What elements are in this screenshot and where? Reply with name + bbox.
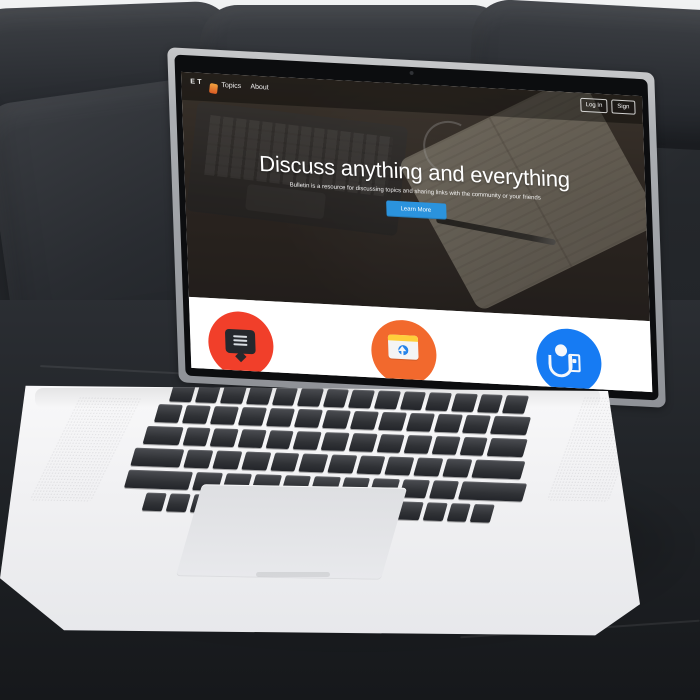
login-button[interactable]: Log In	[580, 97, 608, 114]
keyboard-key[interactable]	[241, 451, 272, 471]
keyboard-key[interactable]	[141, 492, 167, 512]
keyboard-key[interactable]	[209, 406, 240, 425]
hero-section: E T Topics About Log In Sign Discuss any…	[180, 71, 650, 322]
keyboard-key[interactable]	[470, 459, 526, 480]
feature-browser[interactable]	[370, 318, 438, 387]
keyboard-key[interactable]	[237, 429, 267, 449]
keyboard-key[interactable]	[265, 430, 295, 450]
keyboard-key[interactable]	[123, 469, 194, 490]
keyboard-key[interactable]	[209, 428, 239, 448]
keyboard-key[interactable]	[182, 427, 212, 447]
keyboard-key[interactable]	[405, 412, 436, 432]
keyboard-key[interactable]	[269, 452, 300, 472]
device-icon	[568, 353, 581, 373]
nav-link-about[interactable]: About	[250, 84, 269, 92]
keyboard-key[interactable]	[431, 436, 461, 455]
laptop-screen: E T Topics About Log In Sign Discuss any…	[180, 71, 653, 393]
keyboard-key[interactable]	[165, 493, 191, 513]
keyboard-key[interactable]	[459, 436, 489, 456]
keyboard-key[interactable]	[245, 386, 273, 405]
keyboard-key[interactable]	[422, 502, 448, 522]
keyboard-key[interactable]	[403, 435, 433, 454]
keyboard-key[interactable]	[142, 425, 184, 446]
keyboard-key[interactable]	[425, 392, 453, 412]
keyboard-key[interactable]	[384, 456, 415, 476]
keyboard-key[interactable]	[377, 411, 408, 431]
keyboard-key[interactable]	[183, 449, 214, 469]
keyboard-key[interactable]	[428, 480, 460, 500]
brand-accent-shape	[209, 82, 219, 95]
keyboard-key[interactable]	[502, 395, 530, 414]
keyboard-key[interactable]	[348, 389, 376, 409]
laptop-bezel: E T Topics About Log In Sign Discuss any…	[174, 54, 659, 401]
scene: E T Topics About Log In Sign Discuss any…	[0, 0, 700, 700]
keyboard-key[interactable]	[293, 431, 322, 450]
keyboard-key[interactable]	[433, 413, 464, 433]
brand-text: E T	[190, 78, 202, 86]
keyboard-key[interactable]	[487, 437, 528, 458]
upload-arrow-icon	[401, 347, 404, 358]
feature-chat[interactable]	[207, 309, 275, 379]
keyboard-key[interactable]	[237, 407, 268, 426]
feature-person-device[interactable]	[535, 327, 603, 393]
keyboard-key[interactable]	[348, 433, 378, 452]
keyboard-key[interactable]	[349, 410, 380, 430]
keyboard-key[interactable]	[297, 387, 324, 407]
keyboard-key[interactable]	[399, 391, 427, 411]
keyboard-key[interactable]	[469, 504, 495, 523]
keyboard-key[interactable]	[220, 385, 247, 404]
touchpad[interactable]	[175, 484, 408, 580]
keyboard-key[interactable]	[355, 455, 386, 475]
keyboard-key[interactable]	[476, 394, 504, 413]
keyboard-key[interactable]	[320, 432, 350, 451]
keyboard-key[interactable]	[322, 388, 350, 408]
keyboard-key[interactable]	[458, 481, 528, 502]
keyboard-key[interactable]	[321, 409, 352, 429]
signup-button[interactable]: Sign	[611, 99, 636, 115]
nav-link-topics[interactable]: Topics	[221, 82, 241, 90]
keyboard-key[interactable]	[181, 405, 212, 424]
keyboard-key[interactable]	[446, 503, 472, 522]
keyboard-key[interactable]	[442, 458, 473, 478]
keyboard-key[interactable]	[450, 393, 478, 413]
keyboard-key[interactable]	[413, 457, 444, 477]
keyboard-key[interactable]	[298, 453, 329, 473]
keyboard-key[interactable]	[327, 454, 358, 474]
keyboard-key[interactable]	[374, 390, 401, 410]
learn-more-button[interactable]: Learn More	[385, 200, 447, 220]
keyboard-key[interactable]	[153, 404, 184, 423]
keyboard-key[interactable]	[212, 450, 243, 470]
keyboard-key[interactable]	[271, 386, 299, 406]
keyboard-key[interactable]	[130, 447, 185, 468]
keyboard-key[interactable]	[293, 408, 324, 428]
keyboard-key[interactable]	[461, 414, 492, 434]
front-notch	[256, 572, 330, 577]
camera-dot	[409, 70, 414, 76]
keyboard-key[interactable]	[265, 407, 296, 427]
keyboard-key[interactable]	[376, 434, 406, 453]
laptop-base	[0, 385, 640, 636]
top-actions: Log In Sign	[580, 97, 636, 115]
brand-logo[interactable]: E T	[190, 78, 219, 95]
laptop-lid: E T Topics About Log In Sign Discuss any…	[167, 47, 666, 408]
keyboard-key[interactable]	[489, 415, 532, 436]
